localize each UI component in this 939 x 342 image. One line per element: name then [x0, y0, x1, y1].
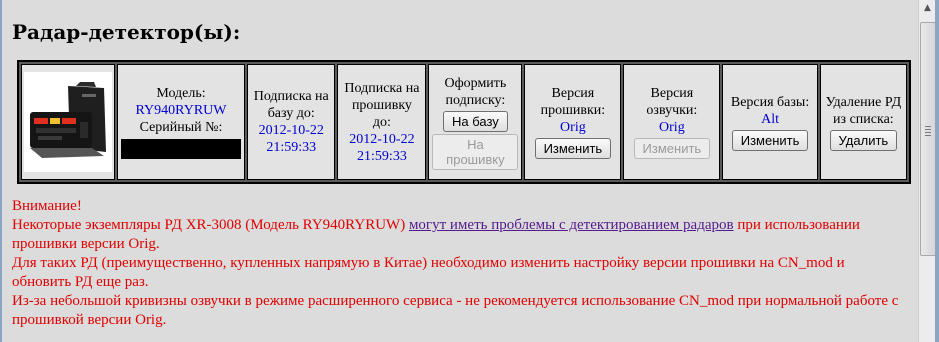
- warning-line-1: Некоторые экземпляры РД XR-3008 (Модель …: [12, 216, 902, 254]
- window-frame-right: [935, 0, 939, 342]
- remove-cell: Удаление РД из списка: Удалить: [819, 64, 907, 180]
- fw-version-cell: Версия прошивки: Orig Изменить: [524, 64, 622, 180]
- warning-block: Внимание! Некоторые экземпляры РД XR-300…: [12, 197, 902, 330]
- order-fw-button[interactable]: На прошивку: [432, 133, 519, 170]
- warning-line-2: Для таких РД (преимущественно, купленных…: [12, 255, 845, 290]
- radar-detector-image: [24, 72, 112, 172]
- sub-fw-time: 21:59:33: [357, 148, 407, 164]
- radar-problems-link[interactable]: могут иметь проблемы с детектированием р…: [409, 217, 734, 233]
- sub-db-label: Подписка на базу до:: [253, 89, 329, 121]
- model-label: Модель:: [156, 86, 206, 101]
- order-label: Оформить подписку:: [444, 75, 507, 108]
- sub-db-date: 2012-10-22: [258, 123, 324, 138]
- scroll-up-arrow-icon[interactable]: ▲: [919, 0, 936, 17]
- remove-button[interactable]: Удалить: [829, 129, 898, 151]
- fw-version-value: Orig: [560, 120, 586, 135]
- serial-redacted-box: [121, 139, 241, 159]
- db-version-label: Версия базы:: [730, 94, 810, 110]
- vertical-scrollbar[interactable]: ▲: [918, 0, 936, 342]
- sub-db-cell: Подписка на базу до: 2012-10-22 21:59:33: [247, 64, 336, 180]
- page-content: Радар-детектор(ы): Модель: RY940RYRUW Се…: [8, 0, 911, 342]
- table-row: Модель: RY940RYRUW Серийный №: Подписка …: [21, 64, 907, 180]
- window-frame-left: [0, 0, 2, 342]
- grip-line: [925, 129, 931, 130]
- section-title: Радар-детектор(ы):: [12, 20, 241, 44]
- grip-line: [925, 126, 931, 127]
- serial-label: Серийный №:: [139, 120, 223, 135]
- voice-version-cell: Версия озвучки: Orig Изменить: [623, 64, 721, 180]
- warning-line-1-text-a: Некоторые экземпляры РД XR-3008 (Модель …: [12, 217, 409, 233]
- warning-line-3: Из-за небольшой кривизны озвучки в режим…: [12, 293, 899, 328]
- fw-change-button[interactable]: Изменить: [534, 138, 612, 159]
- voice-change-button[interactable]: Изменить: [633, 138, 711, 159]
- warning-title: Внимание!: [12, 198, 82, 214]
- radar-detector-table: Модель: RY940RYRUW Серийный №: Подписка …: [17, 60, 911, 184]
- db-version-cell: Версия базы: Alt Изменить: [722, 64, 818, 180]
- sub-fw-cell: Подписка на прошивку до: 2012-10-22 21:5…: [337, 64, 427, 180]
- remove-label: Удаление РД из списка:: [825, 94, 902, 127]
- sub-db-time: 21:59:33: [266, 140, 317, 155]
- db-change-button[interactable]: Изменить: [731, 129, 809, 151]
- order-db-button[interactable]: На базу: [443, 110, 508, 132]
- model-value: RY940RYRUW: [135, 103, 227, 118]
- sub-fw-label: Подписка на прошивку до:: [344, 80, 420, 130]
- model-cell: Модель: RY940RYRUW Серийный №:: [117, 64, 245, 180]
- sub-fw-date: 2012-10-22: [349, 131, 415, 147]
- order-cell: Оформить подписку: На базу На прошивку: [428, 64, 523, 180]
- db-version-value: Alt: [761, 111, 779, 127]
- device-image-cell: [21, 64, 115, 180]
- fw-version-label: Версия прошивки:: [540, 86, 606, 118]
- grip-line: [925, 132, 931, 133]
- scrollbar-thumb[interactable]: [920, 22, 936, 256]
- grip-line: [925, 135, 931, 136]
- voice-version-value: Orig: [659, 120, 685, 135]
- voice-version-label: Версия озвучки:: [646, 86, 698, 118]
